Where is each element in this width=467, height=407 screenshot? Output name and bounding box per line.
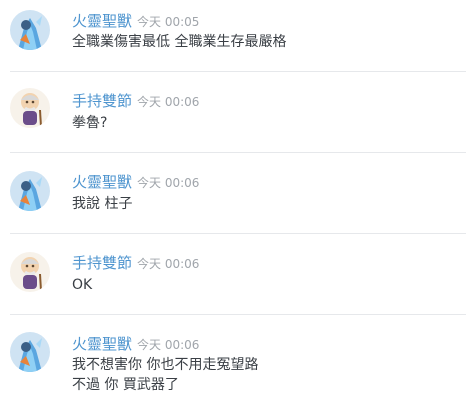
avatar[interactable]	[10, 88, 50, 128]
chat-message-list: 火靈聖獸 今天 00:05 全職業傷害最低 全職業生存最嚴格 手持雙節 今天 00:…	[0, 0, 467, 407]
message-text: 我說 柱子	[72, 196, 133, 212]
username[interactable]: 手持雙節	[72, 92, 132, 110]
message-header: 手持雙節 今天 00:06	[72, 90, 199, 110]
message-header: 火靈聖獸 今天 00:05	[72, 10, 199, 30]
chat-message: 火靈聖獸 今天 00:05 全職業傷害最低 全職業生存最嚴格	[0, 0, 467, 72]
message-text: 我不想害你 你也不用走冤望路	[72, 357, 259, 373]
username[interactable]: 火靈聖獸	[72, 335, 132, 353]
avatar[interactable]	[10, 10, 50, 50]
message-header: 火靈聖獸 今天 00:06	[72, 333, 199, 353]
avatar[interactable]	[10, 171, 50, 211]
timestamp: 今天 00:06	[137, 176, 200, 190]
chat-message: 手持雙節 今天 00:06 OK	[0, 234, 467, 314]
chat-message: 手持雙節 今天 00:06 拳魯?	[0, 72, 467, 153]
chat-message: 火靈聖獸 今天 00:06 我不想害你 你也不用走冤望路 不過 你 買武器了	[0, 315, 467, 407]
message-header: 手持雙節 今天 00:06	[72, 252, 199, 272]
avatar[interactable]	[10, 252, 50, 292]
message-header: 火靈聖獸 今天 00:06	[72, 171, 199, 191]
avatar[interactable]	[10, 332, 50, 372]
message-text: 全職業傷害最低 全職業生存最嚴格	[72, 34, 287, 50]
blue-fire-beast-avatar-icon	[10, 10, 50, 50]
blue-fire-beast-avatar-icon	[10, 171, 50, 211]
message-text: 拳魯?	[72, 115, 108, 131]
username[interactable]: 火靈聖獸	[72, 12, 132, 30]
message-text: OK	[72, 277, 93, 293]
username[interactable]: 火靈聖獸	[72, 173, 132, 191]
message-text: 不過 你 買武器了	[72, 377, 179, 393]
timestamp: 今天 00:06	[137, 338, 200, 352]
old-man-with-cane-avatar-icon	[10, 252, 50, 292]
timestamp: 今天 00:05	[137, 15, 200, 29]
timestamp: 今天 00:06	[137, 257, 200, 271]
old-man-with-cane-avatar-icon	[10, 88, 50, 128]
timestamp: 今天 00:06	[137, 95, 200, 109]
username[interactable]: 手持雙節	[72, 254, 132, 272]
blue-fire-beast-avatar-icon	[10, 332, 50, 372]
chat-message: 火靈聖獸 今天 00:06 我說 柱子	[0, 153, 467, 233]
